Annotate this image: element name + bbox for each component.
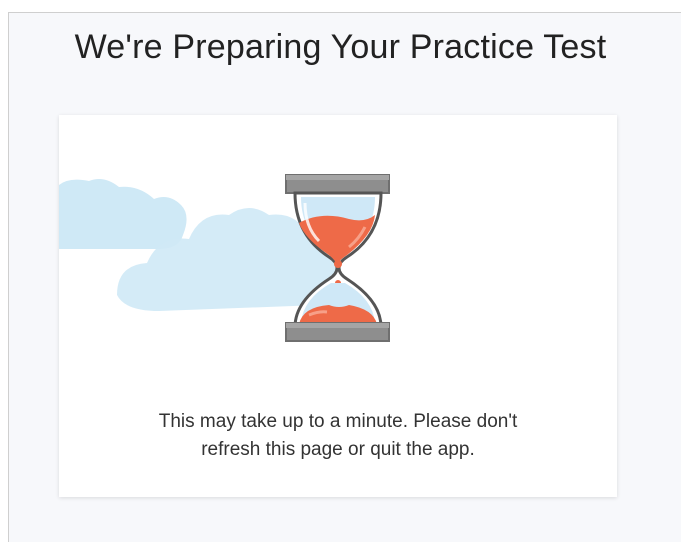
loading-card: This may take up to a minute. Please don… [59, 115, 617, 497]
page-title: We're Preparing Your Practice Test [74, 28, 607, 66]
loading-message-line-2: refresh this page or quit the app. [201, 439, 475, 460]
loading-message-line-1: This may take up to a minute. Please don… [158, 411, 518, 432]
loading-message: This may take up to a minute. Please don… [59, 408, 617, 464]
